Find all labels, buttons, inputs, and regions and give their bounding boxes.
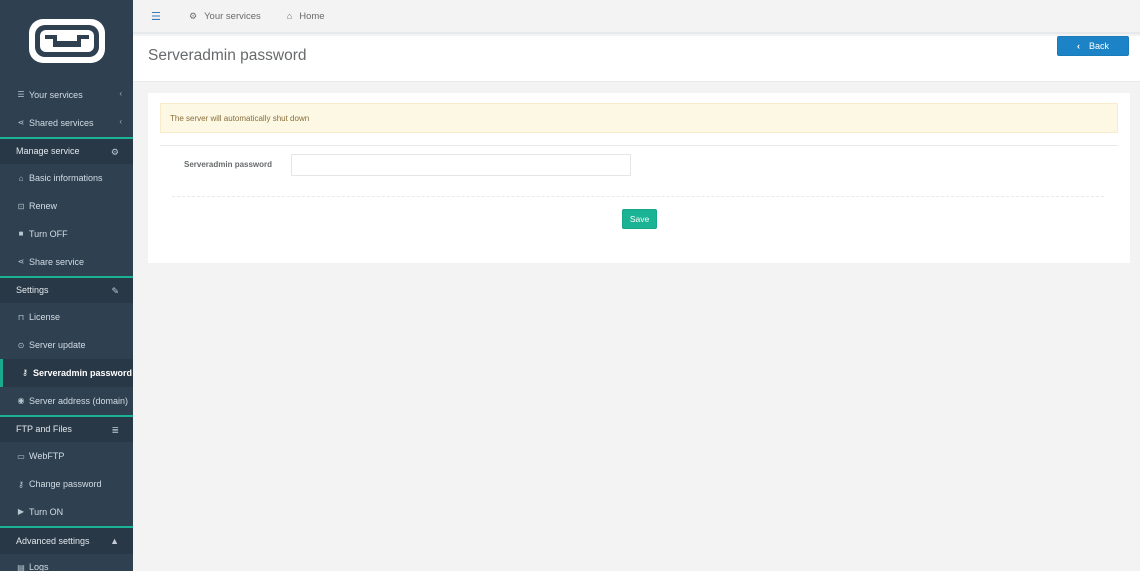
home-icon: ⌂ (286, 11, 293, 21)
sidebar-section-ftp-and-files[interactable]: FTP and Files ≣ (0, 414, 133, 443)
sidebar-item-shared-services[interactable]: ⋖ Shared services ‹ (0, 108, 133, 137)
nav-link-your-services[interactable]: ⚙ Your services (189, 11, 261, 22)
content-panel: The server will automatically shut down … (148, 93, 1130, 263)
nav-link-label: Your services (204, 10, 261, 22)
wrench-icon: ✎ (111, 285, 119, 296)
folder-icon: ▭ (17, 451, 25, 461)
sidebar-section-label: FTP and Files (16, 424, 72, 435)
sidebar: ☰ Your services ‹ ⋖ Shared services ‹ Manage s… (0, 0, 133, 571)
sidebar-item-label: License (29, 312, 61, 323)
sidebar-item-change-password[interactable]: ⚷ Change password (0, 470, 133, 498)
sidebar-section-label: Advanced settings (16, 535, 90, 546)
sidebar-item-server-update[interactable]: ⊙ Server update (0, 331, 133, 359)
nav-link-home[interactable]: ⌂ Home (287, 11, 325, 22)
dashed-divider (172, 196, 1104, 197)
play-icon: ▶ (17, 507, 25, 517)
divider (160, 145, 1118, 146)
sidebar-item-label: Server address (domain) (29, 395, 129, 406)
cart-icon: ⊡ (17, 201, 25, 211)
database-icon: ≣ (111, 424, 119, 435)
back-button-label: Back (1088, 41, 1109, 51)
sidebar-item-share-service[interactable]: ⋖ Share service (0, 247, 133, 276)
page-heading: Serveradmin password ‹ Back (133, 36, 1140, 82)
back-button[interactable]: ‹ Back (1057, 36, 1129, 56)
sidebar-item-webftp[interactable]: ▭ WebFTP (0, 442, 133, 471)
key-icon: ⚷ (22, 368, 28, 378)
sidebar-item-label: Server update (29, 340, 86, 351)
sidebar-item-basic-informations[interactable]: ⌂ Basic informations (0, 164, 133, 193)
sidebar-item-serveradmin-password[interactable]: ⚷ Serveradmin password (0, 358, 133, 387)
sidebar-item-turn-on[interactable]: ▶ Turn ON (0, 497, 133, 526)
gears-icon: ⚙ (189, 10, 198, 21)
chevron-left-icon: ‹ (119, 116, 122, 126)
warning-icon: ▲ (110, 535, 119, 546)
stop-icon: ■ (18, 229, 24, 239)
sidebar-section-manage-service[interactable]: Manage service ⚙ (0, 136, 133, 165)
page-title: Serveradmin password (148, 47, 307, 64)
nav-link-label: Home (299, 10, 325, 22)
globe-icon: ◉ (17, 396, 25, 406)
sidebar-item-label: Share service (29, 256, 85, 267)
chevron-left-icon: ‹ (1076, 41, 1080, 51)
save-button[interactable]: Save (622, 209, 657, 229)
sidebar-item-your-services[interactable]: ☰ Your services ‹ (0, 81, 133, 109)
sidebar-item-label: Serveradmin password (33, 367, 133, 378)
sidebar-section-label: Settings (16, 285, 49, 296)
gameserver-logo[interactable] (27, 17, 107, 65)
sidebar-nav: ☰ Your services ‹ ⋖ Shared services ‹ Manage s… (0, 81, 133, 571)
sidebar-item-label: Turn OFF (29, 228, 68, 239)
warning-alert: The server will automatically shut down (160, 103, 1118, 133)
key-icon: ⚷ (18, 479, 24, 489)
sidebar-item-turn-off[interactable]: ■ Turn OFF (0, 219, 133, 248)
chevron-left-icon: ‹ (119, 89, 122, 98)
sidebar-item-logs[interactable]: ▤ Logs (0, 553, 133, 571)
home-icon: ⌂ (18, 173, 24, 183)
sidebar-item-label: Renew (29, 201, 58, 212)
sidebar-item-label: Change password (29, 479, 102, 490)
sidebar-item-label: WebFTP (29, 451, 65, 462)
share-icon: ⋖ (17, 257, 25, 267)
sidebar-section-label: Manage service (16, 146, 80, 157)
gears-icon: ⚙ (110, 146, 119, 157)
password-input[interactable] (291, 154, 631, 176)
sidebar-section-advanced-settings[interactable]: Advanced settings ▲ (0, 525, 133, 554)
bookmark-icon: ⊓ (17, 312, 25, 322)
list-icon: ☰ (17, 90, 25, 100)
sidebar-section-settings[interactable]: Settings ✎ (0, 275, 133, 304)
sidebar-item-label: Shared services (29, 117, 94, 128)
sidebar-item-server-address-domain[interactable]: ◉ Server address (domain) (0, 386, 133, 415)
sidebar-item-renew[interactable]: ⊡ Renew (0, 192, 133, 220)
share-icon: ⋖ (17, 118, 25, 128)
file-icon: ▤ (17, 562, 25, 571)
password-label: Serveradmin password (184, 160, 273, 169)
top-navbar: ☰ ⚙ Your services ⌂ Home (133, 0, 1140, 34)
sidebar-item-label: Basic informations (29, 173, 103, 184)
logo-area (0, 0, 133, 81)
sidebar-item-license[interactable]: ⊓ License (0, 303, 133, 332)
refresh-icon: ⊙ (17, 340, 25, 350)
menu-toggle-icon[interactable]: ☰ (151, 10, 163, 23)
sidebar-item-label: Turn ON (29, 506, 64, 517)
sidebar-item-label: Your services (29, 89, 83, 100)
sidebar-item-label: Logs (29, 562, 49, 571)
